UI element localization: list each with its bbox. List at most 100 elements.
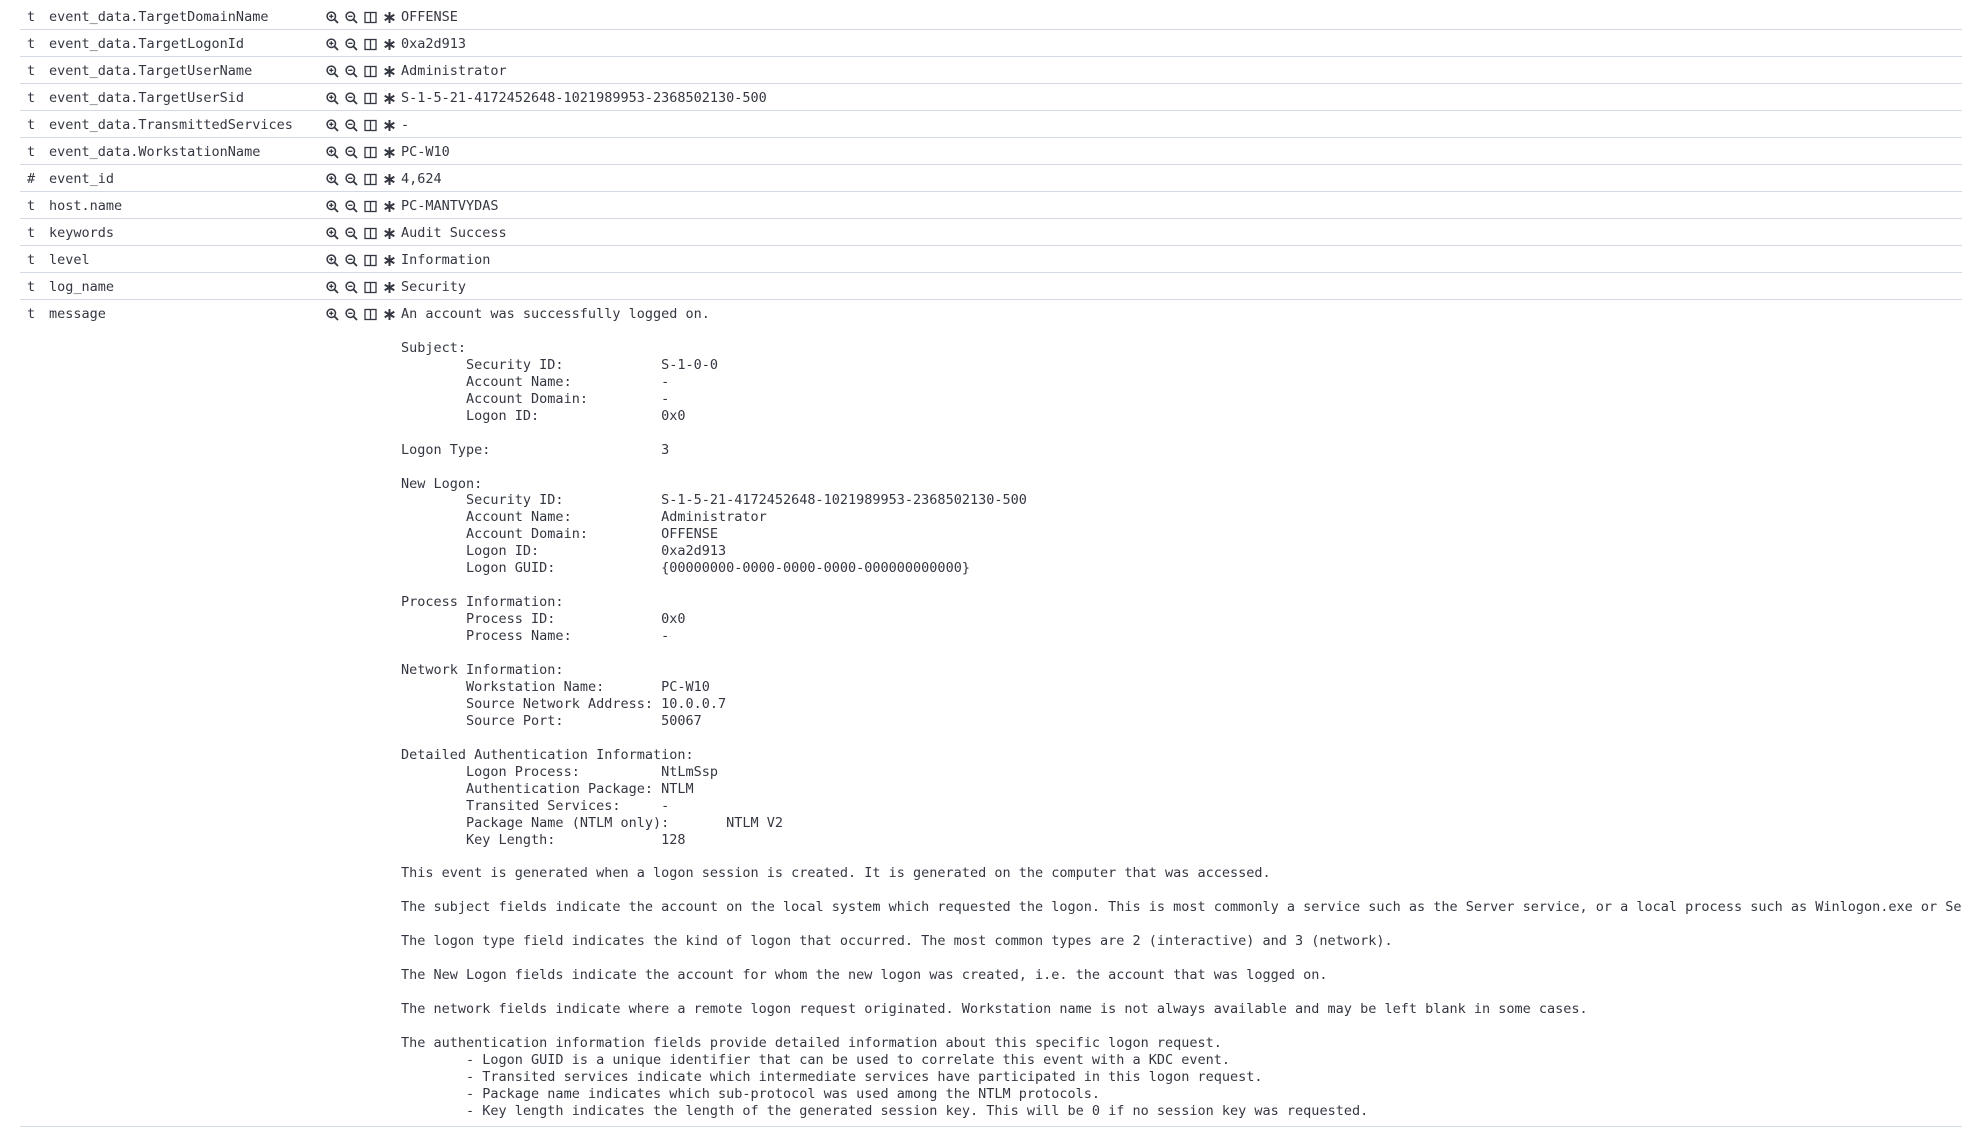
zoom-in-icon[interactable] — [325, 226, 340, 241]
field-type-icon: t — [27, 90, 36, 106]
field-name: message — [49, 306, 106, 322]
filter-exists-icon[interactable] — [382, 145, 397, 160]
filter-exists-icon[interactable] — [382, 307, 397, 322]
field-name: event_id — [49, 171, 115, 187]
field-value: S-1-5-21-4172452648-1021989953-236850213… — [401, 90, 767, 106]
field-value: Administrator — [401, 63, 507, 79]
filter-exists-icon[interactable] — [382, 37, 397, 52]
field-actions — [325, 63, 401, 79]
field-row: t host.name PC-MANTVYDAS — [20, 192, 1962, 219]
toggle-column-icon[interactable] — [363, 118, 378, 133]
field-actions — [325, 252, 401, 268]
field-name: event_data.TransmittedServices — [49, 117, 293, 133]
filter-exists-icon[interactable] — [382, 280, 397, 295]
filter-exists-icon[interactable] — [382, 226, 397, 241]
zoom-in-icon[interactable] — [325, 307, 340, 322]
field-name: event_data.TargetUserSid — [49, 90, 245, 106]
field-row: # event_id 4,624 — [20, 165, 1962, 192]
field-value: OFFENSE — [401, 9, 458, 25]
field-actions — [325, 36, 401, 52]
toggle-column-icon[interactable] — [363, 199, 378, 214]
zoom-out-icon[interactable] — [344, 307, 359, 322]
zoom-out-icon[interactable] — [344, 253, 359, 268]
zoom-out-icon[interactable] — [344, 226, 359, 241]
zoom-in-icon[interactable] — [325, 37, 340, 52]
field-name: event_data.TargetDomainName — [49, 9, 269, 25]
zoom-in-icon[interactable] — [325, 118, 340, 133]
field-row: t event_data.TargetDomainName OFFENSE — [20, 3, 1962, 30]
field-row: t event_data.TransmittedServices - — [20, 111, 1962, 138]
field-actions — [325, 117, 401, 133]
field-actions — [325, 9, 401, 25]
zoom-out-icon[interactable] — [344, 91, 359, 106]
field-actions — [325, 90, 401, 106]
field-row: t event_data.TargetLogonId 0xa2d913 — [20, 30, 1962, 57]
toggle-column-icon[interactable] — [363, 64, 378, 79]
toggle-column-icon[interactable] — [363, 91, 378, 106]
toggle-column-icon[interactable] — [363, 280, 378, 295]
zoom-out-icon[interactable] — [344, 37, 359, 52]
toggle-column-icon[interactable] — [363, 253, 378, 268]
field-value: 4,624 — [401, 171, 442, 187]
filter-exists-icon[interactable] — [382, 172, 397, 187]
toggle-column-icon[interactable] — [363, 307, 378, 322]
field-type-icon: t — [27, 63, 36, 79]
field-value: 0xa2d913 — [401, 36, 467, 52]
toggle-column-icon[interactable] — [363, 226, 378, 241]
zoom-out-icon[interactable] — [344, 199, 359, 214]
field-value: Audit Success — [401, 225, 507, 241]
filter-exists-icon[interactable] — [382, 10, 397, 25]
toggle-column-icon[interactable] — [363, 145, 378, 160]
field-type-icon: # — [27, 171, 36, 187]
field-name: event_data.WorkstationName — [49, 144, 261, 160]
field-value: PC-MANTVYDAS — [401, 198, 499, 214]
filter-exists-icon[interactable] — [382, 199, 397, 214]
zoom-out-icon[interactable] — [344, 10, 359, 25]
field-name: event_data.TargetUserName — [49, 63, 253, 79]
filter-exists-icon[interactable] — [382, 64, 397, 79]
zoom-in-icon[interactable] — [325, 64, 340, 79]
field-type-icon: t — [27, 306, 36, 322]
zoom-out-icon[interactable] — [344, 64, 359, 79]
zoom-in-icon[interactable] — [325, 145, 340, 160]
field-type-icon: t — [27, 9, 36, 25]
zoom-out-icon[interactable] — [344, 118, 359, 133]
zoom-in-icon[interactable] — [325, 280, 340, 295]
filter-exists-icon[interactable] — [382, 118, 397, 133]
filter-exists-icon[interactable] — [382, 91, 397, 106]
zoom-out-icon[interactable] — [344, 172, 359, 187]
field-type-icon: t — [27, 225, 36, 241]
field-value: Security — [401, 279, 467, 295]
message-value: An account was successfully logged on. S… — [401, 306, 1962, 1119]
field-value: Information — [401, 252, 491, 268]
zoom-in-icon[interactable] — [325, 91, 340, 106]
toggle-column-icon[interactable] — [363, 37, 378, 52]
field-name: keywords — [49, 225, 115, 241]
field-actions — [325, 279, 401, 295]
field-row-message: t message An account was successfully lo… — [20, 300, 1962, 1127]
field-row: t level Information — [20, 246, 1962, 273]
zoom-in-icon[interactable] — [325, 172, 340, 187]
zoom-out-icon[interactable] — [344, 145, 359, 160]
field-name: host.name — [49, 198, 123, 214]
filter-exists-icon[interactable] — [382, 253, 397, 268]
field-value: - — [401, 117, 410, 133]
field-row: t log_name Security — [20, 273, 1962, 300]
zoom-out-icon[interactable] — [344, 280, 359, 295]
field-value: PC-W10 — [401, 144, 450, 160]
zoom-in-icon[interactable] — [325, 199, 340, 214]
field-row: t event_data.TargetUserName Administrato… — [20, 57, 1962, 84]
field-actions — [325, 171, 401, 187]
field-row: t event_data.WorkstationName PC-W10 — [20, 138, 1962, 165]
zoom-in-icon[interactable] — [325, 253, 340, 268]
field-actions — [325, 225, 401, 241]
toggle-column-icon[interactable] — [363, 172, 378, 187]
document-fields-table: t event_data.TargetDomainName OFFENSE t … — [20, 3, 1962, 1127]
zoom-in-icon[interactable] — [325, 10, 340, 25]
field-type-icon: t — [27, 144, 36, 160]
field-row: t event_data.TargetUserSid S-1-5-21-4172… — [20, 84, 1962, 111]
field-type-icon: t — [27, 117, 36, 133]
toggle-column-icon[interactable] — [363, 10, 378, 25]
field-name: event_data.TargetLogonId — [49, 36, 245, 52]
field-actions — [325, 306, 401, 322]
